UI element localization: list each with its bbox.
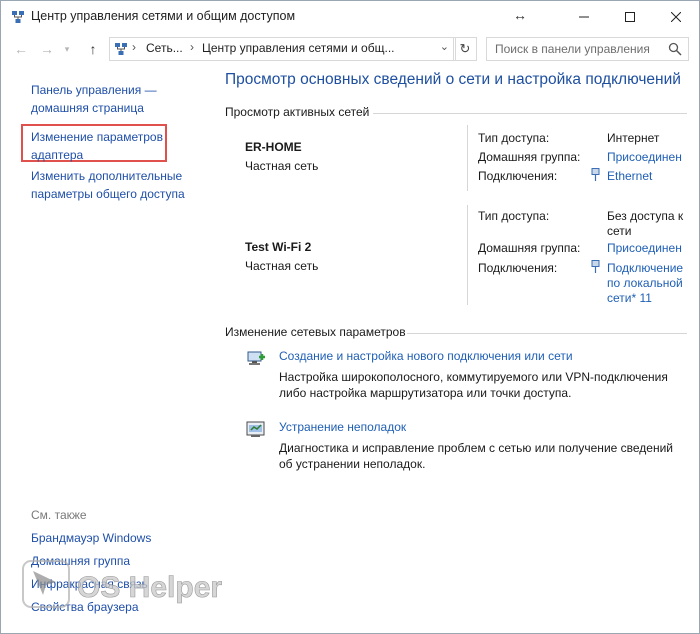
network-center-icon (12, 11, 24, 23)
homegroup-label: Домашняя группа: (478, 150, 581, 164)
network-divider (467, 125, 468, 191)
window-title: Центр управления сетями и общим доступом (31, 9, 296, 23)
network-type: Частная сеть (245, 159, 319, 173)
breadcrumb-separator-icon: › (132, 40, 136, 54)
up-arrow-icon: ↑ (89, 41, 97, 57)
window: Центр управления сетями и общим доступом… (0, 0, 700, 634)
maximize-icon (625, 12, 635, 22)
section-divider (407, 333, 687, 334)
see-also-firewall-link[interactable]: Брандмауэр Windows (31, 531, 151, 545)
back-button[interactable]: ← (11, 39, 31, 59)
connections-label: Подключения: (478, 261, 558, 275)
page-title: Просмотр основных сведений о сети и наст… (225, 71, 681, 88)
homegroup-joined-link[interactable]: Присоединен (607, 150, 682, 165)
access-type-value: Интернет (607, 131, 660, 145)
maximize-button[interactable] (607, 1, 653, 33)
forward-button[interactable]: → (37, 39, 57, 59)
section-divider (373, 113, 687, 114)
see-also-heading: См. также (31, 508, 87, 522)
address-dropdown-icon[interactable]: ⌄ (440, 40, 449, 53)
homegroup-joined-link[interactable]: Присоединен (607, 241, 682, 256)
network-name: Test Wi-Fi 2 (245, 240, 312, 254)
setup-new-connection-link[interactable]: Создание и настройка нового подключения … (279, 349, 573, 363)
troubleshoot-icon (246, 421, 265, 437)
sidebar-control-panel-home-link[interactable]: Панель управления — домашняя страница (31, 81, 157, 117)
search-placeholder: Поиск в панели управления (495, 42, 650, 56)
network-center-icon (115, 43, 127, 55)
local-area-connection-link[interactable]: Подключение по локальной сети* 11 (607, 261, 683, 306)
recent-pages-button[interactable]: ▾ (61, 39, 73, 59)
close-button[interactable] (653, 1, 699, 33)
chevron-down-icon: ▾ (64, 43, 70, 54)
sidebar-change-adapter-settings-link[interactable]: Изменение параметров адаптера (31, 128, 163, 164)
close-icon (671, 12, 681, 22)
search-icon (668, 42, 682, 56)
ethernet-icon (591, 168, 600, 181)
resize-cursor-icon: ↔ (513, 7, 527, 23)
watermark-text: OS Helper (77, 571, 222, 604)
network-type: Частная сеть (245, 259, 319, 273)
back-arrow-icon: ← (14, 41, 28, 57)
refresh-button[interactable]: ↻ (453, 37, 477, 61)
access-type-label: Тип доступа: (478, 209, 550, 223)
forward-arrow-icon: → (40, 41, 54, 57)
os-helper-watermark: OS Helper (22, 560, 223, 608)
title-bar: Центр управления сетями и общим доступом… (1, 1, 699, 33)
breadcrumb-network-center[interactable]: Центр управления сетями и общ... (202, 41, 394, 55)
ethernet-connection-link[interactable]: Ethernet (607, 169, 652, 184)
troubleshoot-link[interactable]: Устранение неполадок (279, 420, 406, 434)
breadcrumb-separator-icon: › (190, 40, 194, 54)
minimize-button[interactable] (561, 1, 607, 33)
troubleshoot-description: Диагностика и исправление проблем с сеть… (279, 441, 674, 471)
address-bar[interactable]: › Сеть... › Центр управления сетями и об… (109, 37, 456, 61)
breadcrumb-network[interactable]: Сеть... (146, 41, 183, 55)
change-settings-heading: Изменение сетевых параметров (225, 325, 406, 339)
network-name: ER-HOME (245, 140, 302, 154)
refresh-icon: ↻ (459, 41, 471, 56)
access-type-value: Без доступа к сети (607, 209, 684, 238)
navigation-bar: ← → ▾ ↑ › Сеть... › Центр управления сет… (1, 35, 699, 63)
access-type-label: Тип доступа: (478, 131, 550, 145)
ethernet-icon (591, 260, 600, 273)
new-connection-icon (247, 351, 265, 365)
up-button[interactable]: ↑ (83, 39, 103, 59)
minimize-icon (579, 16, 589, 18)
sidebar-advanced-sharing-link[interactable]: Изменить дополнительные параметры общего… (31, 167, 185, 203)
network-divider (467, 205, 468, 305)
homegroup-label: Домашняя группа: (478, 241, 581, 255)
active-networks-heading: Просмотр активных сетей (225, 105, 370, 119)
setup-new-connection-description: Настройка широкополосного, коммутируемог… (279, 370, 668, 400)
connections-label: Подключения: (478, 169, 558, 183)
search-input[interactable]: Поиск в панели управления (486, 37, 689, 61)
